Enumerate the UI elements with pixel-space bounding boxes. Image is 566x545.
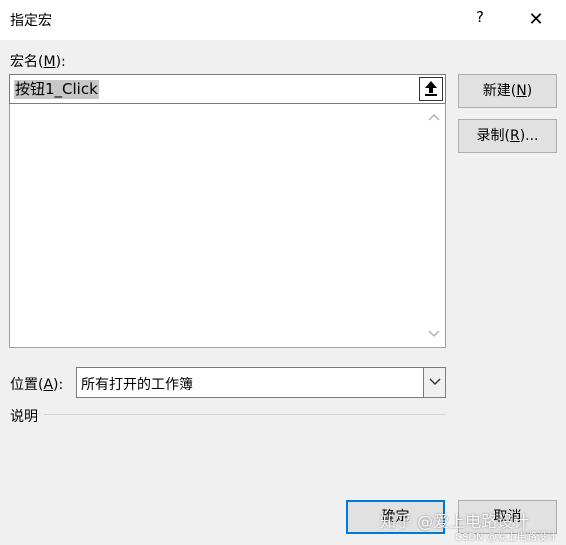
macro-name-value[interactable]: 按钮1_Click: [14, 80, 99, 99]
new-button[interactable]: 新建(N): [458, 74, 557, 108]
description-divider: [44, 414, 446, 415]
ok-button[interactable]: 确定: [346, 500, 445, 534]
title-bar: 指定宏 ? ✕: [0, 0, 566, 40]
macro-name-input[interactable]: 按钮1_Click: [9, 74, 446, 104]
location-selected-value: 所有打开的工作簿: [81, 377, 193, 393]
dialog-title: 指定宏: [10, 13, 52, 29]
macro-list[interactable]: [9, 104, 446, 348]
record-button[interactable]: 录制(R)...: [458, 119, 557, 153]
macro-name-label: 宏名(M):: [10, 54, 66, 70]
cancel-button[interactable]: 取消: [458, 500, 557, 534]
location-dropdown-toggle[interactable]: [423, 368, 445, 397]
collapse-dialog-button[interactable]: [419, 77, 443, 101]
description-label: 说明: [10, 409, 38, 425]
scroll-up-icon[interactable]: [428, 112, 440, 122]
help-button[interactable]: ?: [470, 8, 490, 32]
close-icon[interactable]: ✕: [524, 6, 548, 34]
scroll-down-icon[interactable]: [428, 329, 440, 339]
location-select[interactable]: 所有打开的工作簿: [76, 367, 446, 398]
chevron-down-icon: [429, 378, 441, 385]
list-scrollbar[interactable]: [423, 104, 445, 347]
upload-arrow-icon: [425, 81, 437, 96]
location-label: 位置(A):: [10, 377, 64, 393]
